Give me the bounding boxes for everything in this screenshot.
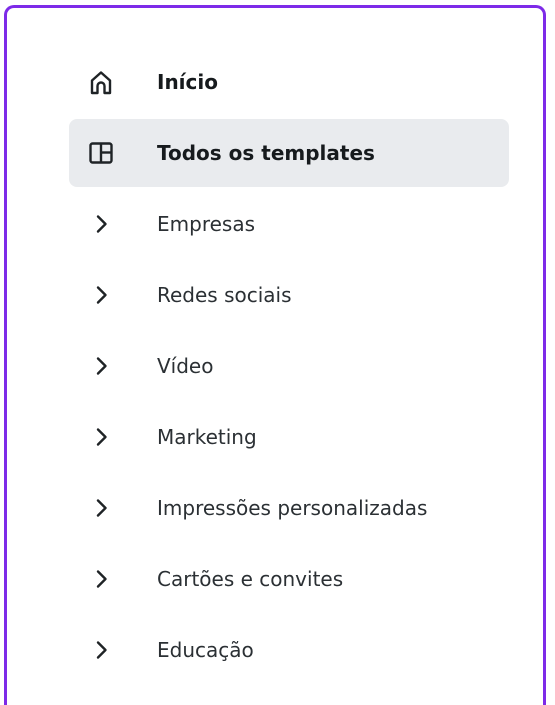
nav-item-label: Impressões personalizadas: [157, 496, 428, 520]
nav-item-label: Marketing: [157, 425, 257, 449]
nav-item-label: Cartões e convites: [157, 567, 344, 591]
nav-item-label: Empresas: [157, 212, 255, 236]
chevron-right-icon[interactable]: [87, 281, 115, 309]
chevron-right-icon[interactable]: [87, 352, 115, 380]
nav-item-educacao[interactable]: Educação: [69, 616, 509, 684]
chevron-right-icon[interactable]: [87, 210, 115, 238]
nav-item-marketing[interactable]: Marketing: [69, 403, 509, 471]
template-layout-icon: [87, 139, 115, 167]
nav-item-label: Todos os templates: [157, 141, 375, 165]
chevron-right-icon[interactable]: [87, 494, 115, 522]
template-nav-menu: Início Todos os templates Empresas Redes…: [69, 48, 509, 687]
nav-item-label: Início: [157, 70, 218, 94]
nav-item-video[interactable]: Vídeo: [69, 332, 509, 400]
nav-item-label: Vídeo: [157, 354, 214, 378]
chevron-right-icon[interactable]: [87, 565, 115, 593]
nav-item-impressoes-personalizadas[interactable]: Impressões personalizadas: [69, 474, 509, 542]
nav-item-inicio[interactable]: Início: [69, 48, 509, 116]
chevron-right-icon[interactable]: [87, 423, 115, 451]
chevron-right-icon[interactable]: [87, 636, 115, 664]
home-icon: [87, 68, 115, 96]
nav-item-empresas[interactable]: Empresas: [69, 190, 509, 258]
nav-item-label: Educação: [157, 638, 254, 662]
nav-item-label: Redes sociais: [157, 283, 292, 307]
nav-item-todos-os-templates[interactable]: Todos os templates: [69, 119, 509, 187]
nav-item-cartoes-e-convites[interactable]: Cartões e convites: [69, 545, 509, 613]
nav-item-redes-sociais[interactable]: Redes sociais: [69, 261, 509, 329]
